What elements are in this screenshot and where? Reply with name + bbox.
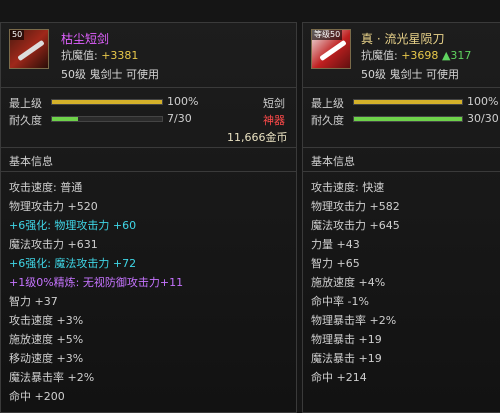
resist-value: +3381	[101, 49, 139, 62]
max-level-bar	[51, 99, 163, 105]
stat-line: 命中 +214	[311, 371, 367, 384]
stat-line: 物理暴击率 +2%	[311, 314, 397, 327]
durability-value: 30/30	[467, 112, 499, 125]
requirement: 50级 鬼剑士 可使用	[61, 68, 159, 81]
stat-line: 攻击速度: 普通	[9, 181, 83, 194]
stat-line: 施放速度 +4%	[311, 276, 386, 289]
section-title: 基本信息	[311, 155, 355, 168]
stat-line: 命中 +200	[9, 390, 65, 403]
divider	[303, 147, 500, 148]
stat-line: 施放速度 +5%	[9, 333, 84, 346]
max-level-percent: 100%	[467, 95, 499, 108]
stat-line: 魔法攻击力 +645	[311, 219, 400, 232]
stat-line: 魔法暴击率 +2%	[9, 371, 95, 384]
item-name: 真 · 流光星陨刀	[361, 32, 445, 46]
stat-line: 物理暴击 +19	[311, 333, 382, 346]
stat-line: 攻击速度 +3%	[9, 314, 84, 327]
max-level-label: 最上级	[9, 97, 42, 110]
divider	[1, 87, 296, 88]
durability-bar	[353, 116, 463, 122]
divider	[1, 171, 296, 172]
stat-line: 魔法攻击力 +631	[9, 238, 98, 251]
durability-fill	[354, 117, 462, 121]
blade-graphic	[17, 39, 45, 62]
stat-line: 移动速度 +3%	[9, 352, 84, 365]
stat-line: +1级0%精炼: 无视防御攻击力+11	[9, 276, 184, 289]
max-level-percent: 100%	[167, 95, 199, 108]
resist-row: 抗魔值: +3381	[61, 47, 138, 63]
katana-icon: 等级50	[311, 29, 351, 69]
level-badge: 50	[10, 30, 25, 40]
max-level-fill	[52, 100, 162, 104]
resist-label: 抗魔值:	[61, 49, 98, 62]
stat-line: 智力 +37	[9, 295, 58, 308]
blade-graphic	[319, 39, 347, 62]
item-name: 枯尘短剑	[61, 32, 110, 46]
durability-label: 耐久度	[311, 114, 344, 127]
right-item-tooltip: 等级50 真 · 流光星陨刀 抗魔值: +3698 ▲317 50级 鬼剑士 可…	[302, 22, 500, 413]
resist-value: +3698	[401, 49, 439, 62]
stat-line: 力量 +43	[311, 238, 360, 251]
resist-increase: ▲317	[441, 49, 472, 62]
divider	[303, 171, 500, 172]
stat-line: 物理攻击力 +582	[311, 200, 400, 213]
stat-line: 魔法暴击 +19	[311, 352, 382, 365]
divider	[303, 87, 500, 88]
item-type: 短剑	[263, 97, 285, 110]
stat-line: 命中率 -1%	[311, 295, 369, 308]
level-badge: 等级50	[312, 30, 343, 40]
stat-line: +6强化: 魔法攻击力 +72	[9, 257, 137, 270]
stat-line: 攻击速度: 快速	[311, 181, 385, 194]
item-price: 11,666金币	[227, 131, 288, 144]
durability-value: 7/30	[167, 112, 192, 125]
left-item-tooltip: 50 枯尘短剑 抗魔值: +3381 50级 鬼剑士 可使用 最上级 100% …	[0, 22, 297, 413]
durability-label: 耐久度	[9, 114, 42, 127]
divider	[1, 147, 296, 148]
stat-line: +6强化: 物理攻击力 +60	[9, 219, 137, 232]
max-level-fill	[354, 100, 462, 104]
durability-bar	[51, 116, 163, 122]
resist-label: 抗魔值:	[361, 49, 398, 62]
durability-fill	[52, 117, 78, 121]
stat-line: 物理攻击力 +520	[9, 200, 98, 213]
stat-line: 智力 +65	[311, 257, 360, 270]
max-level-bar	[353, 99, 463, 105]
section-title: 基本信息	[9, 155, 53, 168]
resist-row: 抗魔值: +3698 ▲317	[361, 47, 471, 63]
max-level-label: 最上级	[311, 97, 344, 110]
short-sword-icon: 50	[9, 29, 49, 69]
item-tier: 神器	[263, 114, 285, 127]
requirement: 50级 鬼剑士 可使用	[361, 68, 459, 81]
